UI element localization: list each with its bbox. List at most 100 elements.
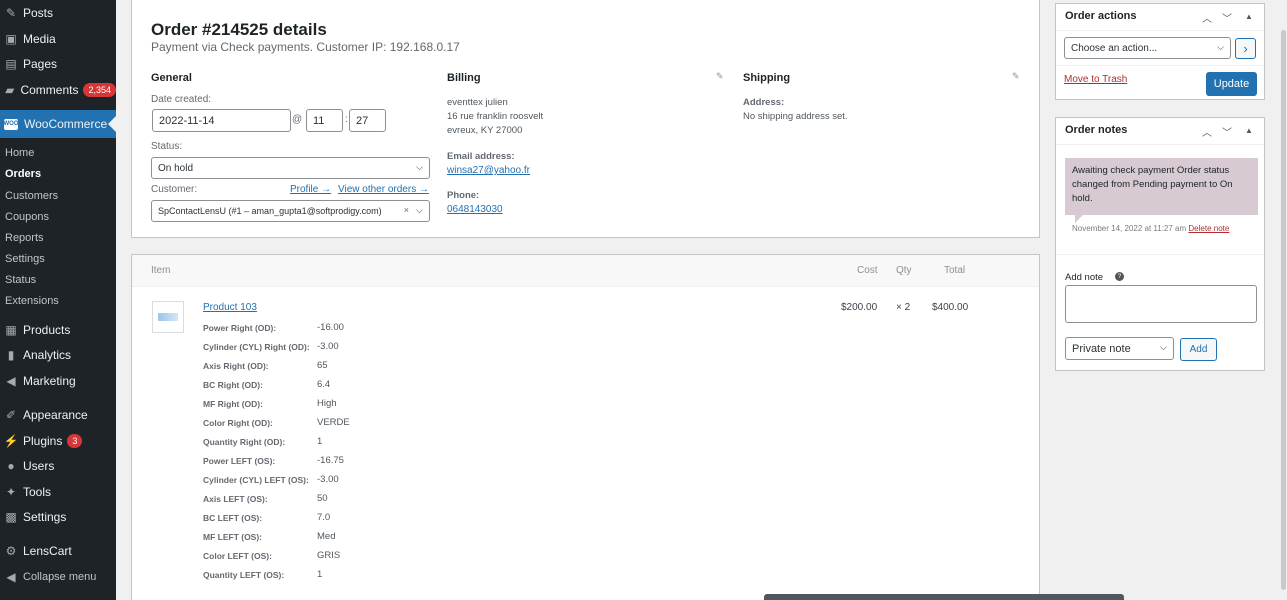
clear-icon[interactable]: × (404, 205, 409, 215)
sidebar-item-tools[interactable]: ✦ Tools (0, 479, 116, 505)
minute-input[interactable]: 27 (349, 109, 386, 132)
bottom-notice-bar (764, 594, 1124, 600)
phone-link[interactable]: 0648143030 (447, 204, 503, 215)
move-up-icon[interactable]: ︿ (1202, 124, 1212, 139)
sidebar-item-analytics[interactable]: ▮ Analytics (0, 342, 116, 368)
customer-select[interactable]: SpContactLensU (#1 – aman_gupta1@softpro… (151, 200, 430, 222)
submenu-item-status[interactable]: Status (0, 269, 116, 290)
sidebar-item-label: Analytics (23, 348, 72, 362)
meta-key: BC LEFT (OS): (203, 513, 263, 523)
page-title: Order #214525 details (151, 20, 327, 39)
sidebar-item-users[interactable]: ● Users (0, 453, 116, 479)
add-note-textarea[interactable] (1065, 285, 1257, 323)
sidebar-item-posts[interactable]: ✎ Posts (0, 0, 116, 26)
gear-icon: ⚙ (5, 544, 17, 558)
order-actions-title: Order actions (1065, 10, 1137, 22)
delete-note-link[interactable]: Delete note (1188, 224, 1229, 233)
billing-address-line: evreux, KY 27000 (447, 125, 523, 136)
submenu-item-customers[interactable]: Customers (0, 185, 116, 206)
status-select[interactable]: On hold ⌵ (151, 157, 430, 179)
order-items-panel: Item Cost Qty Total Product 103 $200.00 … (131, 254, 1040, 600)
submenu-item-coupons[interactable]: Coupons (0, 206, 116, 227)
sidebar-item-comments[interactable]: ▰ Comments 2,354 (0, 77, 116, 103)
meta-value: GRIS (317, 550, 341, 561)
sidebar-item-products[interactable]: ▦ Products (0, 317, 116, 343)
meta-value: VERDE (317, 417, 350, 428)
meta-key: Quantity LEFT (OS): (203, 570, 285, 580)
divider (1056, 30, 1264, 31)
wrench-icon: ✦ (5, 485, 17, 499)
sidebar-item-media[interactable]: ▣ Media (0, 26, 116, 52)
submenu-item-orders[interactable]: Orders (0, 163, 116, 184)
time-separator: : (345, 114, 348, 125)
total-column-header: Total (944, 265, 966, 276)
edit-shipping-icon[interactable]: ✎ (1012, 71, 1020, 82)
collapse-icon: ◀ (6, 570, 16, 584)
sidebar-item-label: Users (23, 459, 55, 473)
billing-heading: Billing (447, 72, 481, 84)
divider (1056, 144, 1264, 145)
woo-icon: WOO (4, 118, 19, 130)
divider (1056, 65, 1264, 66)
collapse-icon[interactable]: ▲ (1245, 126, 1253, 135)
sidebar-item-plugins[interactable]: ⚡ Plugins 3 (0, 428, 116, 454)
collapse-menu-button[interactable]: ◀ Collapse menu (0, 564, 116, 590)
billing-address-line: eventtex julien (447, 97, 508, 108)
move-down-icon[interactable]: ﹀ (1222, 124, 1232, 139)
submenu-item-extensions[interactable]: Extensions (0, 290, 116, 311)
scrollbar-thumb[interactable] (1281, 30, 1286, 590)
page-scrollbar[interactable] (1279, 0, 1287, 600)
product-name-link[interactable]: Product 103 (203, 302, 257, 313)
update-button[interactable]: Update (1206, 72, 1257, 96)
sidebar-item-label: LensCart (23, 544, 72, 558)
meta-value: 1 (317, 569, 323, 580)
status-label: Status: (151, 141, 183, 152)
sidebar-item-settings[interactable]: ▩ Settings (0, 504, 116, 530)
order-meta: Payment via Check payments. Customer IP:… (151, 40, 460, 54)
submenu-item-reports[interactable]: Reports (0, 227, 116, 248)
meta-value: -3.00 (317, 474, 339, 485)
profile-link[interactable]: Profile → (290, 184, 331, 195)
sidebar-item-appearance[interactable]: ✐ Appearance (0, 402, 116, 428)
billing-address: eventtex julien 16 rue franklin roosvelt… (447, 96, 543, 138)
move-up-icon[interactable]: ︿ (1202, 10, 1212, 25)
move-down-icon[interactable]: ﹀ (1222, 10, 1232, 25)
help-icon[interactable]: ? (1115, 272, 1124, 281)
customer-value: SpContactLensU (#1 – aman_gupta1@softpro… (158, 206, 382, 216)
sidebar-item-lenscart[interactable]: ⚙ LensCart (0, 538, 116, 564)
order-action-select[interactable]: Choose an action... ⌵ (1064, 37, 1231, 59)
meta-value: High (317, 398, 337, 409)
hour-input[interactable]: 11 (306, 109, 343, 132)
sidebar-item-label: Products (23, 323, 71, 337)
date-created-input[interactable]: 2022-11-14 (152, 109, 291, 132)
brush-icon: ✐ (5, 408, 17, 422)
meta-value: -16.75 (317, 455, 344, 466)
move-to-trash-link[interactable]: Move to Trash (1064, 74, 1127, 85)
plug-icon: ⚡ (3, 434, 19, 448)
items-table-header: Item Cost Qty Total (132, 255, 1039, 287)
sidebar-item-marketing[interactable]: ◀ Marketing (0, 368, 116, 394)
sidebar-item-label: WooCommerce (24, 117, 108, 131)
submenu-item-settings[interactable]: Settings (0, 248, 116, 269)
apply-action-button[interactable]: › (1235, 38, 1256, 59)
admin-sidebar: ✎ Posts ▣ Media ▤ Pages ▰ Comments 2,354 WOO W… (0, 0, 116, 600)
meta-key: Power Right (OD): (203, 323, 277, 333)
pin-icon: ✎ (5, 6, 17, 20)
product-thumbnail (152, 301, 184, 333)
note-type-select[interactable]: Private note ⌵ (1065, 337, 1174, 360)
meta-key: Cylinder (CYL) Right (OD): (203, 342, 310, 352)
megaphone-icon: ◀ (6, 374, 16, 388)
collapse-icon[interactable]: ▲ (1245, 12, 1253, 21)
email-link[interactable]: winsa27@yahoo.fr (447, 165, 530, 176)
item-qty: × 2 (896, 302, 911, 313)
meta-value: 1 (317, 436, 323, 447)
edit-billing-icon[interactable]: ✎ (716, 71, 724, 82)
meta-key: Power LEFT (OS): (203, 456, 276, 466)
sidebar-item-pages[interactable]: ▤ Pages (0, 51, 116, 77)
order-notes-panel: Order notes ︿ ﹀ ▲ Awaiting check payment… (1055, 117, 1265, 371)
view-other-orders-link[interactable]: View other orders → (338, 184, 429, 195)
submenu-item-home[interactable]: Home (0, 142, 116, 163)
meta-key: Color LEFT (OS): (203, 551, 272, 561)
add-note-button[interactable]: Add (1180, 338, 1217, 361)
sidebar-item-woocommerce[interactable]: WOO WooCommerce (0, 110, 116, 138)
